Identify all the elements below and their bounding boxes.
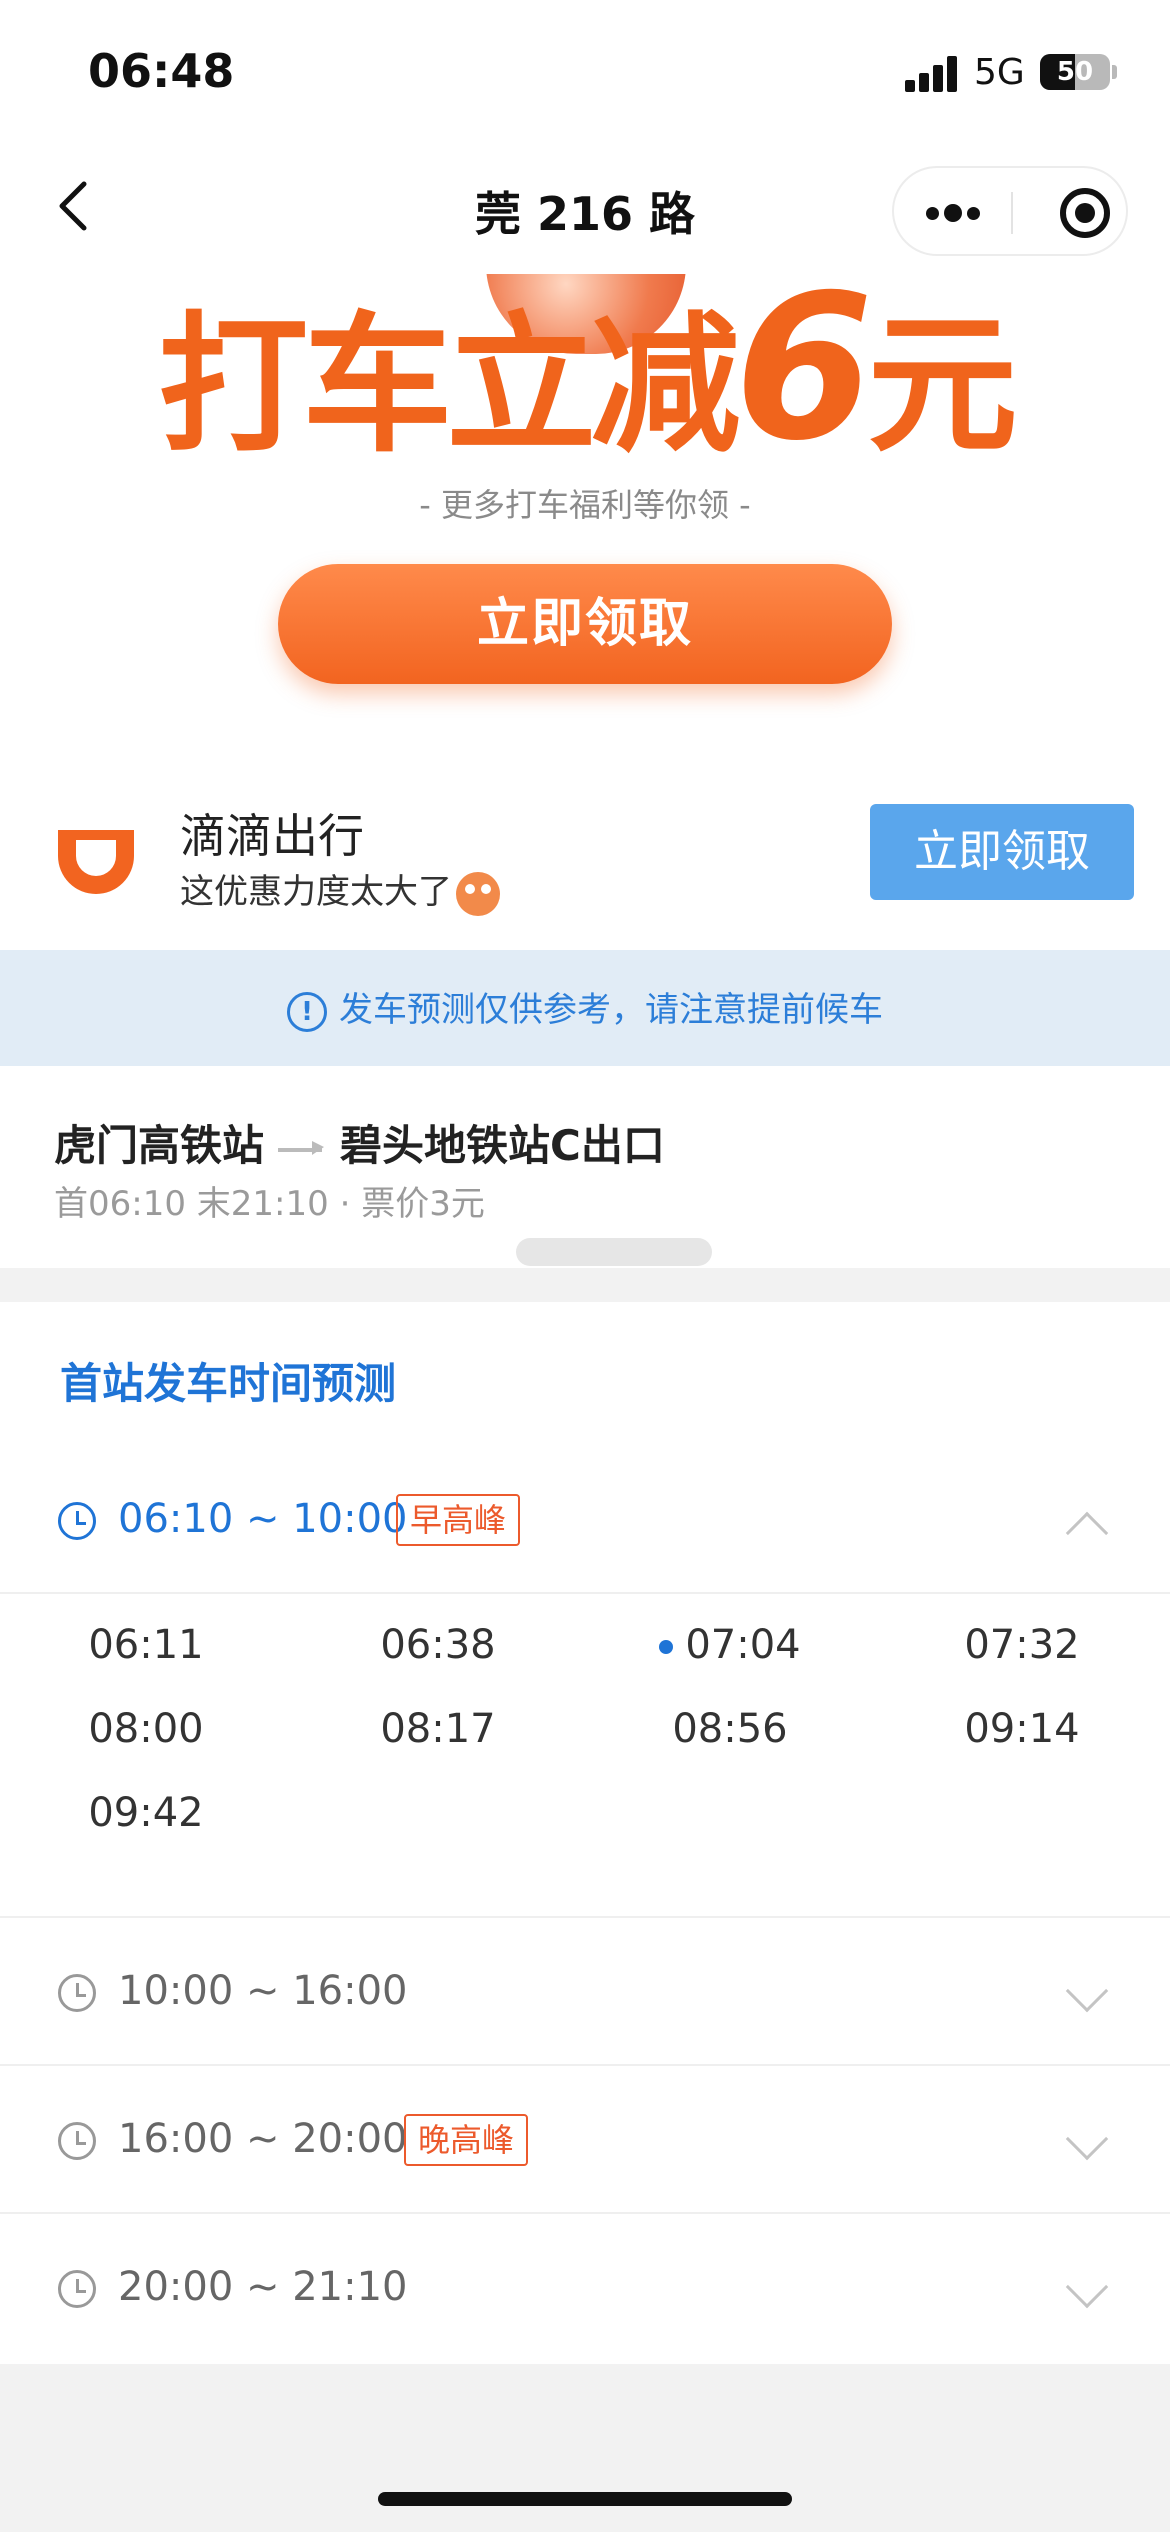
schedule-title: 首站发车时间预测	[60, 1359, 397, 1408]
promo-title: 打车立减6元	[0, 274, 1170, 473]
departure-time: 08:56	[672, 1706, 788, 1752]
notice-bar: ! 发车预测仅供参考，请注意提前候车	[0, 950, 1170, 1066]
ad-desc-text: 这优惠力度太大了	[180, 872, 452, 912]
route-from: 虎门高铁站	[54, 1121, 265, 1170]
promo-subtitle: - 更多打车福利等你领 -	[419, 486, 751, 524]
departure-time: 09:14	[964, 1706, 1080, 1752]
promo-number: 6	[734, 274, 873, 485]
chevron-down-icon[interactable]	[1065, 2265, 1109, 2309]
more-icon[interactable]	[924, 198, 984, 228]
battery-icon: 50	[1040, 54, 1110, 90]
notice-content: ! 发车预测仅供参考，请注意提前候车	[0, 982, 1170, 1032]
promo-unit: 元	[867, 299, 1018, 473]
departure-time: 08:00	[88, 1706, 204, 1752]
route-info: 首06:10 末21:10 · 票价3元	[54, 1184, 485, 1224]
chevron-down-icon[interactable]	[1065, 2117, 1109, 2161]
period-range: 10:00 ~ 16:00	[118, 1968, 408, 2014]
clock-icon	[58, 1502, 96, 1540]
battery-level: 50	[1056, 57, 1094, 87]
chevron-up-icon[interactable]	[1065, 1511, 1109, 1555]
notice-text: 发车预测仅供参考，请注意提前候车	[339, 990, 883, 1030]
promo-claim-button[interactable]: 立即领取	[278, 564, 892, 684]
signal-icon	[905, 56, 959, 92]
departure-time-current: 07:04	[584, 1622, 876, 1668]
screen: 06:48 5G 50 莞 216 路 打车立减6元 - 更多打车福利等你领 -…	[0, 0, 1170, 2532]
status-time: 06:48	[88, 44, 235, 98]
nav-bar: 莞 216 路	[0, 140, 1170, 274]
departure-times: 06:11 06:38 07:04 07:32 08:00 08:17 08:5…	[0, 1596, 1170, 1918]
capsule-divider	[1011, 192, 1013, 234]
departure-time: 08:17	[380, 1706, 496, 1752]
section-gap	[0, 1268, 1170, 1302]
promo-title-text: 打车立减	[158, 299, 740, 473]
period-row-night[interactable]: 20:00 ~ 21:10	[0, 2214, 1170, 2362]
period-range: 16:00 ~ 20:00	[118, 2116, 408, 2162]
watermark	[516, 1238, 712, 1266]
info-icon: !	[287, 991, 327, 1032]
schedule-section: 首站发车时间预测 06:10 ~ 10:00 早高峰 06:11 06:38 0…	[0, 1302, 1170, 2364]
chevron-down-icon[interactable]	[1065, 1969, 1109, 2013]
clock-icon	[58, 2122, 96, 2160]
close-miniapp-icon[interactable]	[1060, 188, 1110, 238]
miniapp-capsule	[892, 166, 1128, 256]
departure-time: 07:04	[685, 1622, 801, 1668]
ad-row[interactable]: 滴滴出行 这优惠力度太大了 立即领取	[0, 754, 1170, 950]
promo-banner[interactable]: 打车立减6元 - 更多打车福利等你领 - 立即领取	[0, 274, 1170, 754]
departure-time: 07:32	[964, 1622, 1080, 1668]
peak-tag: 晚高峰	[404, 2114, 529, 2166]
battery-cap	[1112, 65, 1117, 79]
emoji-icon	[456, 871, 500, 916]
home-indicator	[378, 2492, 792, 2506]
period-row-midday[interactable]: 10:00 ~ 16:00	[0, 1918, 1170, 2066]
clock-icon	[58, 1974, 96, 2012]
departure-time: 06:38	[380, 1622, 496, 1668]
ad-desc: 这优惠力度太大了	[180, 864, 500, 916]
network-type: 5G	[974, 52, 1025, 93]
didi-logo-icon	[58, 830, 134, 894]
period-row-evening[interactable]: 16:00 ~ 20:00 晚高峰	[0, 2066, 1170, 2214]
peak-tag: 早高峰	[396, 1494, 521, 1546]
route-card: 虎门高铁站 碧头地铁站C出口 首06:10 末21:10 · 票价3元	[0, 1066, 1170, 1268]
arrow-right-icon	[278, 1139, 326, 1159]
period-row-morning[interactable]: 06:10 ~ 10:00 早高峰	[0, 1446, 1170, 1594]
current-dot-icon	[659, 1640, 674, 1654]
route-to: 碧头地铁站C出口	[340, 1121, 665, 1170]
departure-time: 09:42	[88, 1790, 204, 1836]
period-range: 06:10 ~ 10:00	[118, 1496, 408, 1542]
status-bar: 06:48 5G 50	[0, 0, 1170, 140]
period-range: 20:00 ~ 21:10	[118, 2264, 408, 2310]
clock-icon	[58, 2270, 96, 2308]
departure-time: 06:11	[88, 1622, 204, 1668]
route-line: 虎门高铁站 碧头地铁站C出口	[54, 1112, 665, 1173]
ad-name: 滴滴出行	[180, 809, 364, 863]
ad-claim-button[interactable]: 立即领取	[870, 804, 1134, 900]
